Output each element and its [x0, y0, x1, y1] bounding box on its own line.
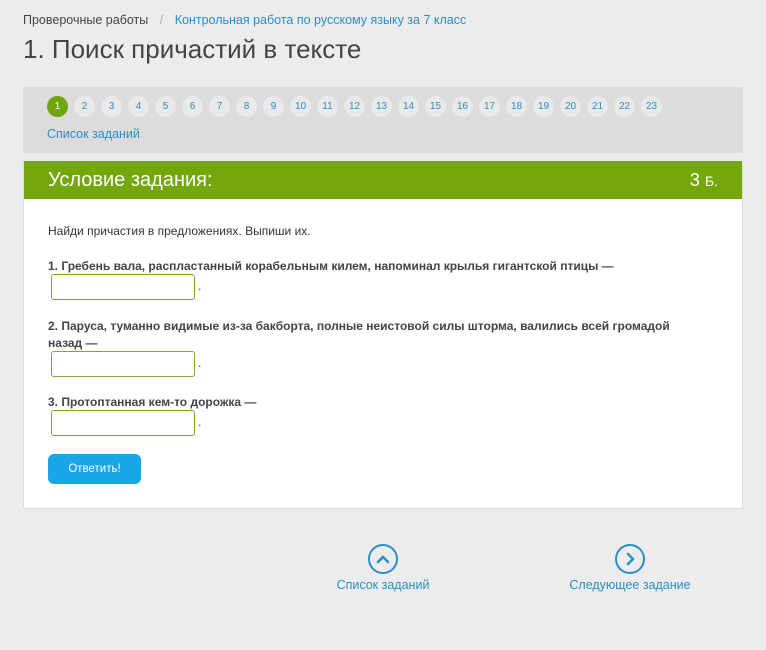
task-number-22[interactable]: 22	[614, 96, 635, 117]
card-title: Условие задания:	[48, 168, 213, 191]
task-card: Условие задания: 3 Б. Найди причастия в …	[23, 161, 743, 509]
question-1-text: 1. Гребень вала, распластанный корабельн…	[48, 259, 614, 273]
question-2-text: 2. Паруса, туманно видимые из-за бакборт…	[48, 319, 670, 350]
answer-suffix-1: .	[198, 279, 202, 293]
task-number-5[interactable]: 5	[155, 96, 176, 117]
task-number-15[interactable]: 15	[425, 96, 446, 117]
task-number-20[interactable]: 20	[560, 96, 581, 117]
task-number-16[interactable]: 16	[452, 96, 473, 117]
answer-input-2[interactable]	[51, 351, 195, 377]
points-badge: 3 Б.	[690, 170, 718, 191]
task-number-12[interactable]: 12	[344, 96, 365, 117]
task-instruction: Найди причастия в предложениях. Выпиши и…	[48, 224, 311, 238]
chevron-up-icon	[368, 544, 398, 574]
next-task-label: Следующее задание	[569, 578, 691, 592]
task-number-list: 1 2 3 4 5 6 7 8 9 10 11 12 13 14 15 16 1…	[47, 96, 668, 117]
question-3-text: 3. Протоптанная кем-то дорожка —	[48, 395, 257, 409]
task-number-19[interactable]: 19	[533, 96, 554, 117]
task-number-10[interactable]: 10	[290, 96, 311, 117]
task-number-23[interactable]: 23	[641, 96, 662, 117]
answer-input-1[interactable]	[51, 274, 195, 300]
task-number-9[interactable]: 9	[263, 96, 284, 117]
task-number-17[interactable]: 17	[479, 96, 500, 117]
task-number-8[interactable]: 8	[236, 96, 257, 117]
task-number-1[interactable]: 1	[47, 96, 68, 117]
task-number-6[interactable]: 6	[182, 96, 203, 117]
task-list-link[interactable]: Список заданий	[47, 127, 140, 141]
page-title: 1. Поиск причастий в тексте	[23, 34, 362, 64]
submit-button[interactable]: Ответить!	[48, 454, 141, 484]
task-number-2[interactable]: 2	[74, 96, 95, 117]
task-navigation-panel: 1 2 3 4 5 6 7 8 9 10 11 12 13 14 15 16 1…	[23, 87, 743, 153]
breadcrumb-current[interactable]: Контрольная работа по русскому языку за …	[175, 13, 467, 27]
task-number-7[interactable]: 7	[209, 96, 230, 117]
answer-suffix-2: .	[198, 356, 202, 370]
answer-suffix-3: .	[198, 415, 202, 429]
task-number-18[interactable]: 18	[506, 96, 527, 117]
next-task-button[interactable]: Следующее задание	[550, 544, 710, 592]
points-unit: Б.	[704, 172, 718, 189]
points-value: 3	[689, 169, 700, 190]
task-number-14[interactable]: 14	[398, 96, 419, 117]
task-number-13[interactable]: 13	[371, 96, 392, 117]
bottom-task-list-label: Список заданий	[336, 578, 430, 592]
task-number-4[interactable]: 4	[128, 96, 149, 117]
breadcrumb: Проверочные работы / Контрольная работа …	[23, 13, 466, 27]
breadcrumb-home[interactable]: Проверочные работы	[23, 13, 148, 27]
task-number-3[interactable]: 3	[101, 96, 122, 117]
task-number-11[interactable]: 11	[317, 96, 338, 117]
answer-input-3[interactable]	[51, 410, 195, 436]
breadcrumb-separator: /	[159, 13, 164, 27]
task-number-21[interactable]: 21	[587, 96, 608, 117]
chevron-right-icon	[615, 544, 645, 574]
bottom-task-list-button[interactable]: Список заданий	[303, 544, 463, 592]
card-header: Условие задания: 3 Б.	[24, 161, 742, 199]
